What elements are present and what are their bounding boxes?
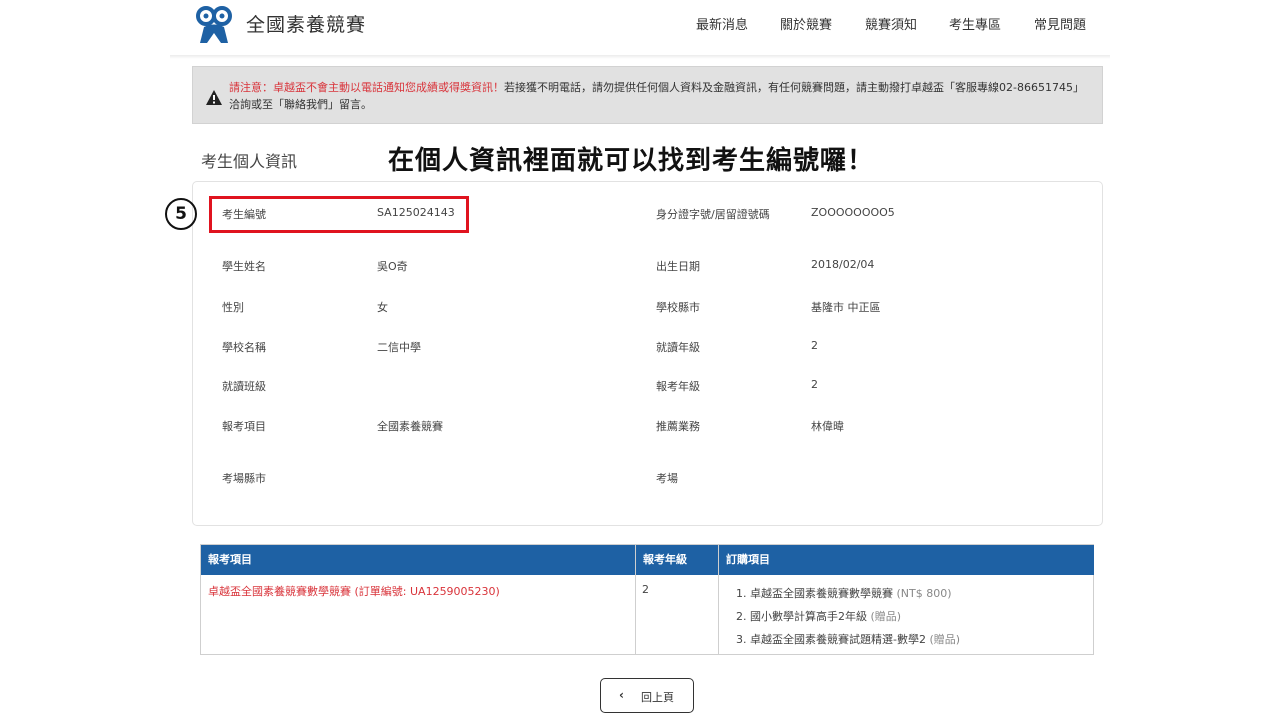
student-name-label: 學生姓名: [222, 260, 266, 273]
recommended-agent-label: 推薦業務: [656, 420, 700, 433]
student-name-value: 吳O奇: [377, 260, 408, 273]
id-number-label: 身分證字號/居留證號碼: [656, 208, 770, 221]
nav-faq[interactable]: 常見問題: [1034, 14, 1086, 33]
school-name-label: 學校名稱: [222, 341, 266, 354]
table-header-exam-item: 報考項目: [201, 545, 636, 575]
nav-rules[interactable]: 競賽須知: [865, 14, 917, 33]
order-table: 報考項目 報考年級 訂購項目 卓越盃全國素養競賽數學競賽 (訂單編號: UA12…: [200, 544, 1094, 655]
id-number-value: ZOOOOOOOO5: [811, 206, 895, 219]
annotation-caption: 在個人資訊裡面就可以找到考生編號囉！: [388, 146, 875, 176]
table-cell-exam-grade: 2: [642, 583, 649, 596]
step-number-badge: 5: [165, 198, 197, 230]
brand-title[interactable]: 全國素養競賽: [246, 10, 366, 37]
exam-item-value: 全國素養競賽: [377, 420, 443, 433]
header-divider: [170, 55, 1110, 59]
table-divider: [718, 545, 719, 654]
exam-grade-label: 報考年級: [656, 380, 700, 393]
fraud-warning-notice: 請注意：卓越盃不會主動以電話通知您成績或得獎資訊！若接獲不明電話，請勿提供任何個…: [192, 66, 1103, 124]
gender-label: 性別: [222, 301, 244, 314]
order-item-note: (贈品): [929, 633, 961, 646]
owl-logo-icon[interactable]: [196, 5, 232, 45]
exam-number-highlight-box: [209, 196, 469, 233]
exam-grade-value: 2: [811, 378, 818, 391]
birth-date-label: 出生日期: [656, 260, 700, 273]
birth-date-value: 2018/02/04: [811, 258, 875, 271]
table-cell-exam-item[interactable]: 卓越盃全國素養競賽數學競賽 (訂單編號: UA1259005230): [208, 583, 500, 599]
nav-latest-news[interactable]: 最新消息: [696, 14, 748, 33]
gender-value: 女: [377, 301, 388, 314]
venue-label: 考場: [656, 472, 678, 485]
recommended-agent-value: 林偉暐: [811, 420, 844, 433]
school-city-label: 學校縣市: [656, 301, 700, 314]
section-title: 考生個人資訊: [201, 152, 298, 171]
table-header-exam-grade: 報考年級: [636, 545, 719, 575]
order-item-text: 2. 國小數學計算高手2年級: [736, 610, 867, 623]
notice-red-text: 請注意：卓越盃不會主動以電話通知您成績或得獎資訊！: [229, 81, 504, 94]
order-item-text: 3. 卓越盃全國素養競賽試題精選-數學2: [736, 633, 926, 646]
warning-icon: [206, 90, 222, 105]
order-item-text: 1. 卓越盃全國素養競賽數學競賽: [736, 587, 893, 600]
order-list-item: 2. 國小數學計算高手2年級 (贈品): [736, 608, 901, 624]
current-grade-label: 就讀年級: [656, 341, 700, 354]
exam-item-label: 報考項目: [222, 420, 266, 433]
site-header: 全國素養競賽 最新消息 關於競賽 競賽須知 考生專區 常見問題: [0, 0, 1280, 56]
current-grade-value: 2: [811, 339, 818, 352]
table-header-order-items: 訂購項目: [719, 545, 1094, 575]
nav-about[interactable]: 關於競賽: [780, 14, 832, 33]
venue-city-label: 考場縣市: [222, 472, 266, 485]
nav-candidates[interactable]: 考生專區: [949, 14, 1001, 33]
class-label: 就讀班級: [222, 380, 266, 393]
back-button[interactable]: ‹ 回上頁: [600, 678, 694, 713]
school-name-value: 二信中學: [377, 341, 421, 354]
school-city-value: 基隆市 中正區: [811, 301, 881, 314]
order-item-note: (贈品): [870, 610, 902, 623]
back-button-label: 回上頁: [641, 691, 674, 704]
chevron-left-icon: ‹: [619, 688, 624, 702]
order-list-item: 3. 卓越盃全國素養競賽試題精選-數學2 (贈品): [736, 631, 960, 647]
table-divider: [635, 545, 636, 654]
order-list-item: 1. 卓越盃全國素養競賽數學競賽 (NT$ 800): [736, 585, 952, 601]
notice-text: 請注意：卓越盃不會主動以電話通知您成績或得獎資訊！若接獲不明電話，請勿提供任何個…: [229, 79, 1089, 113]
order-item-note: (NT$ 800): [896, 587, 952, 600]
